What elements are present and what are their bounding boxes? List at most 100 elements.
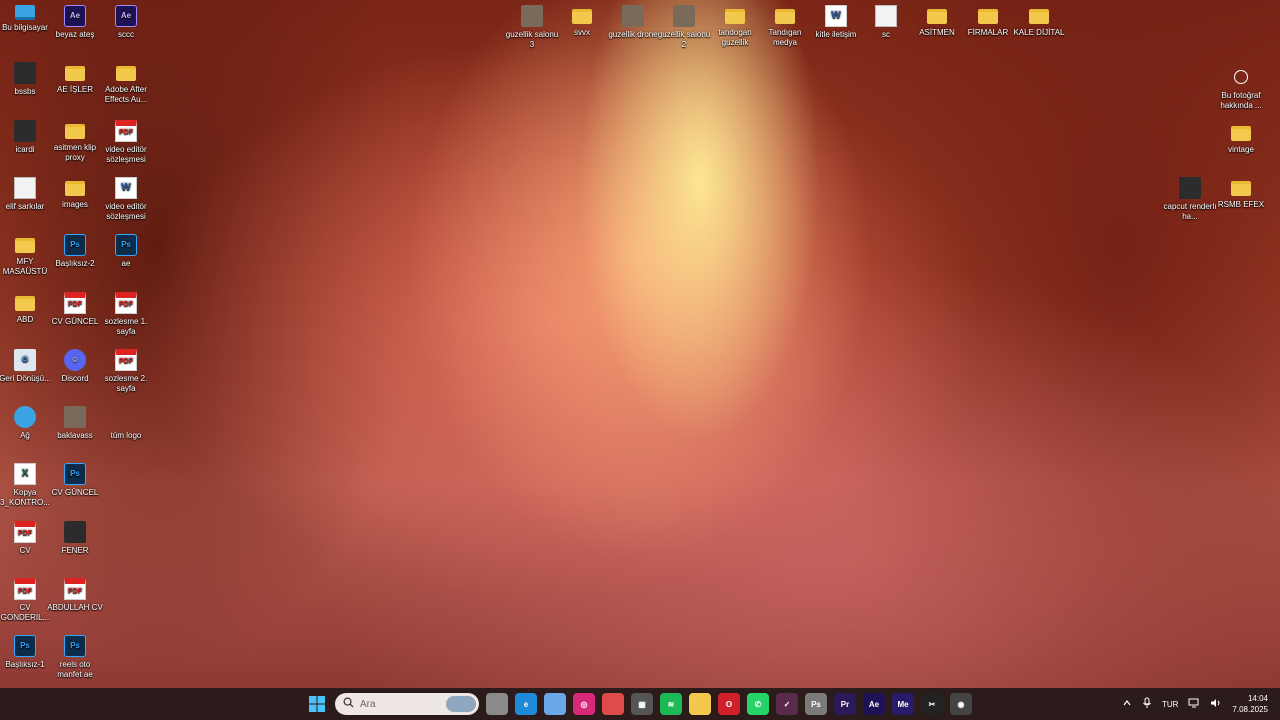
desktop-icon[interactable]: Ps Başlıksız-1	[0, 635, 53, 670]
folder-file-icon	[65, 123, 85, 139]
desktop-icon[interactable]: sc	[858, 5, 914, 40]
desktop-icon[interactable]: Ps CV GÜNCEL	[47, 463, 103, 498]
desktop-icon[interactable]: Wvideo editör sözleşmesi	[98, 176, 154, 222]
dark-file-icon	[1179, 177, 1201, 199]
store-taskbar-button[interactable]: ▦	[631, 693, 653, 715]
desktop-icon[interactable]: guzellik salonu 3	[504, 5, 560, 50]
desktop-icon[interactable]: Ps Başlıksız-2	[47, 234, 103, 269]
img-file-icon	[673, 5, 695, 27]
desktop-icon-label: ASİTMEN	[919, 28, 955, 37]
desktop-icon[interactable]: PDF ABDULLAH CV	[47, 578, 103, 613]
desktop-icon[interactable]: vintage	[1213, 122, 1269, 155]
desktop-icon[interactable]: guzellik drone	[605, 5, 661, 40]
desktop-icon[interactable]: RSMB EFEX	[1213, 177, 1269, 210]
desktop-icon[interactable]: Bu bilgisayar	[0, 5, 53, 33]
clock[interactable]: 14:04 7.08.2025	[1232, 693, 1268, 715]
desktop-icon[interactable]: KALE DİJİTAL	[1011, 5, 1067, 38]
desktop-icon[interactable]: FİRMALAR	[960, 5, 1016, 38]
language-indicator[interactable]: TUR	[1162, 700, 1178, 709]
opera-taskbar-button[interactable]: O	[718, 693, 740, 715]
pdf-file-icon: PDF	[14, 520, 36, 543]
file-explorer-taskbar-button[interactable]	[689, 693, 711, 715]
desktop-icon[interactable]: capcut renderlı ha...	[1162, 177, 1218, 222]
desktop-icon[interactable]: elif sarkılar	[0, 176, 53, 212]
taskbar-search[interactable]: Ara	[335, 693, 479, 715]
desktop-icon[interactable]: Ps reels oto manfet ae	[47, 635, 103, 680]
desktop-icon[interactable]: Tandıgan medya	[757, 5, 813, 48]
desktop-icon[interactable]: PDF CV	[0, 520, 53, 556]
chrome-alt-taskbar-button[interactable]: ◉	[950, 693, 972, 715]
desktop-icon[interactable]: PDF CV GONDERIL...	[0, 578, 53, 623]
davinci-taskbar-button[interactable]: ✓	[776, 693, 798, 715]
desktop-icon[interactable]: FENER	[47, 520, 103, 556]
start-button[interactable]	[306, 693, 328, 715]
folder-file-icon	[116, 66, 136, 82]
desktop-icon[interactable]: PDF sozlesme 1. sayfa	[98, 291, 154, 337]
folder-file-icon	[978, 9, 998, 24]
desktop-icon-label: baklavass	[57, 431, 93, 441]
desktop-icon[interactable]: PDF sozlesme 2. sayfa	[98, 348, 154, 394]
desktop-icon[interactable]: Wkitle iletişim	[808, 5, 864, 40]
desktop-icon[interactable]: PDF CV GÜNCEL	[47, 291, 103, 327]
snipping-taskbar-button[interactable]	[602, 693, 624, 715]
folder-file-icon	[15, 238, 35, 254]
desktop-icon[interactable]: ABD	[0, 292, 53, 325]
task-view-taskbar-button[interactable]	[486, 693, 508, 715]
desktop-icon[interactable]: X Kopya 3_KONTRO...	[0, 463, 53, 508]
desktop-icon-label: MFY MASAÜSTÜ	[2, 257, 48, 277]
desktop-icon[interactable]: bssbs	[0, 62, 53, 97]
desktop-icon[interactable]: PDF video editör sözleşmesi	[98, 119, 154, 165]
desktop-icon-label: FENER	[61, 545, 89, 555]
word-file-icon: W	[825, 5, 847, 27]
dark-file-icon	[14, 119, 36, 142]
desktop-icon[interactable]: Bu fotoğraf hakkında ...	[1213, 66, 1269, 111]
whatsapp-taskbar-button[interactable]: ✆	[747, 693, 769, 715]
photoshop-taskbar-button[interactable]: Ps	[805, 693, 827, 715]
chevron-up-icon[interactable]	[1122, 698, 1132, 710]
capcut-taskbar-button[interactable]: ✂	[921, 693, 943, 715]
net-file-icon	[14, 406, 36, 429]
desktop-icon-label: CV	[19, 545, 31, 555]
desktop-icon-label: icardi	[15, 144, 35, 154]
desktop-icon[interactable]: AE İŞLER	[47, 62, 103, 95]
desktop-icon-label: Bu bilgisayar	[2, 23, 48, 32]
copilot-taskbar-button[interactable]	[544, 693, 566, 715]
desktop-icon[interactable]: Adobe After Effects Au...	[98, 62, 154, 105]
desktop-icon-label: sozlesme 2. sayfa	[104, 373, 148, 393]
desktop-icon[interactable]: tüm logo	[98, 406, 154, 441]
instagram-taskbar-button[interactable]: ◎	[573, 693, 595, 715]
desktop-icon[interactable]: tandogan guzellik	[707, 5, 763, 48]
network-icon[interactable]	[1188, 698, 1200, 710]
desktop-icon[interactable]: Ağ	[0, 406, 53, 441]
media-encoder-taskbar-button[interactable]: Me	[892, 693, 914, 715]
desktop-icon[interactable]: Ps ae	[98, 234, 154, 269]
folder-file-icon	[927, 9, 947, 24]
desktop-icon[interactable]: baklavass	[47, 406, 103, 441]
desktop-icon[interactable]: icardi	[0, 119, 53, 155]
desktop-icon[interactable]: Ae sccc	[98, 5, 154, 40]
desktop-icon[interactable]: ♻ Geri Dönüşü...	[0, 348, 53, 384]
desktop-icon[interactable]: svvx	[554, 5, 610, 38]
desktop-icon[interactable]: guzellik salonu 2	[656, 5, 712, 50]
microphone-icon[interactable]	[1142, 697, 1152, 711]
xls-file-icon: X	[14, 463, 36, 486]
desktop-icon[interactable]: asitmen klip proxy	[47, 120, 103, 163]
search-icon	[343, 697, 354, 711]
desktop-icon-label: elif sarkılar	[5, 201, 45, 211]
premiere-taskbar-button[interactable]: Pr	[834, 693, 856, 715]
desktop-icon[interactable]: Ae beyaz ateş	[47, 5, 103, 40]
desktop-icon[interactable]: images	[47, 177, 103, 210]
after-effects-taskbar-button[interactable]: Ae	[863, 693, 885, 715]
desktop-icon-label: beyaz ateş	[55, 30, 95, 39]
edge-taskbar-button[interactable]: e	[515, 693, 537, 715]
recycle-file-icon: ♻	[14, 348, 36, 371]
folder-file-icon	[725, 9, 745, 24]
ae-file-icon: Ae	[64, 5, 86, 27]
clock-date: 7.08.2025	[1232, 705, 1268, 714]
img-file-icon	[622, 5, 644, 27]
desktop-icon[interactable]: ☺ Discord	[47, 348, 103, 384]
desktop-icon[interactable]: ASİTMEN	[909, 5, 965, 38]
desktop-icon[interactable]: MFY MASAÜSTÜ	[0, 234, 53, 277]
spotify-taskbar-button[interactable]: ≋	[660, 693, 682, 715]
volume-icon[interactable]	[1210, 698, 1222, 710]
